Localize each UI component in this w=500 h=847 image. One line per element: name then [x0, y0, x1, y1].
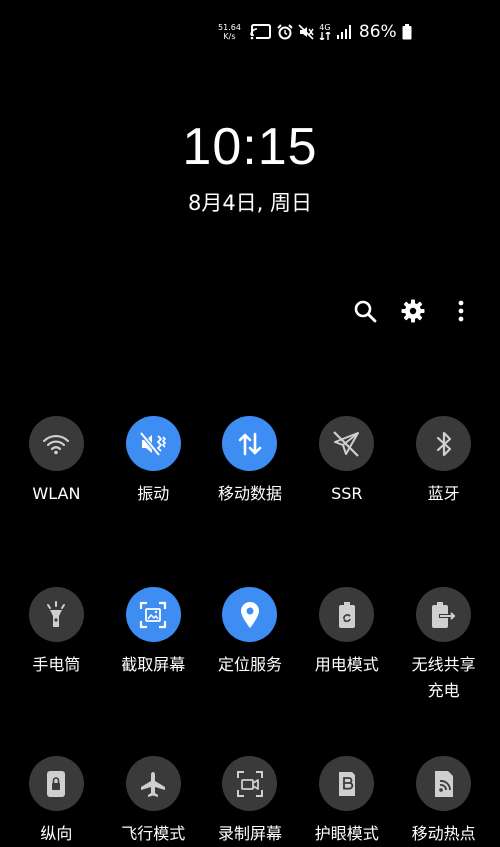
network-speed-value: 51.64 — [218, 23, 241, 32]
status-bar: 51.64 K/s 4G 86% — [218, 18, 412, 46]
tile-vibrate[interactable]: 振动 — [105, 416, 202, 507]
alarm-icon — [277, 24, 293, 40]
tile-label: 移动热点 — [411, 824, 476, 843]
wireless-powershare-icon[interactable] — [416, 587, 472, 642]
tile-label: 录制屏幕 — [217, 824, 282, 843]
location-icon[interactable] — [222, 587, 278, 642]
network-type: 4G — [319, 24, 331, 40]
rotation-lock-icon[interactable] — [28, 756, 84, 811]
tile-label: 纵向 — [40, 824, 73, 843]
tile-screenshot[interactable]: 截取屏幕 — [105, 587, 202, 704]
tile-label: 定位服务 — [217, 655, 282, 674]
battery-percent: 86% — [358, 22, 397, 42]
network-speed: 51.64 K/s — [218, 23, 241, 41]
tile-eye-comfort[interactable]: 护眼模式 — [298, 756, 395, 847]
tile-label: 无线共享 充电 — [411, 655, 476, 700]
network-type-label: 4G — [319, 23, 331, 32]
clock-time[interactable]: 10:15 — [0, 117, 500, 177]
tile-label: 截取屏幕 — [121, 655, 186, 674]
tile-portrait[interactable]: 纵向 — [8, 756, 105, 847]
tile-screen-record[interactable]: 录制屏幕 — [202, 756, 299, 847]
tile-flashlight[interactable]: 手电筒 — [8, 587, 105, 704]
wifi-icon[interactable] — [28, 416, 84, 471]
data-arrows-icon[interactable] — [222, 416, 278, 471]
tile-label: SSR — [331, 484, 363, 503]
flashlight-icon[interactable] — [28, 587, 84, 642]
tile-label: 用电模式 — [314, 655, 379, 674]
tile-label: 护眼模式 — [314, 824, 379, 843]
hotspot-icon[interactable] — [416, 756, 472, 811]
screenshot-icon[interactable] — [125, 587, 181, 642]
quick-settings-row: 纵向 飞行模式 录制屏幕 护眼模式 移动热点 — [8, 756, 492, 847]
tile-wlan[interactable]: WLAN — [8, 416, 105, 507]
vibrate-icon[interactable] — [125, 416, 181, 471]
network-speed-unit: K/s — [223, 32, 236, 41]
battery-icon — [402, 24, 412, 40]
screen-record-icon[interactable] — [222, 756, 278, 811]
battery-recycle-icon[interactable] — [319, 587, 375, 642]
tile-label: 飞行模式 — [121, 824, 186, 843]
airplane-icon[interactable] — [125, 756, 181, 811]
tile-mobile-data[interactable]: 移动数据 — [202, 416, 299, 507]
tile-wireless-share[interactable]: 无线共享 充电 — [395, 587, 492, 704]
data-arrows-icon — [319, 32, 331, 40]
more-vertical-icon[interactable] — [448, 296, 474, 326]
tile-label: 振动 — [137, 484, 170, 503]
eye-comfort-icon[interactable] — [319, 756, 375, 811]
bluetooth-icon[interactable] — [416, 416, 472, 471]
signal-icon — [336, 24, 352, 40]
clock-date[interactable]: 8月4日, 周日 — [0, 187, 500, 217]
tile-label: 手电筒 — [32, 655, 81, 674]
tile-power-mode[interactable]: 用电模式 — [298, 587, 395, 704]
tile-label: 蓝牙 — [427, 484, 460, 503]
tile-hotspot[interactable]: 移动热点 — [395, 756, 492, 847]
search-icon[interactable] — [352, 296, 378, 326]
tile-ssr[interactable]: SSR — [298, 416, 395, 507]
tile-label: 移动数据 — [217, 484, 282, 503]
paper-plane-off-icon[interactable] — [319, 416, 375, 471]
tile-airplane[interactable]: 飞行模式 — [105, 756, 202, 847]
cast-icon — [249, 24, 272, 40]
tile-location[interactable]: 定位服务 — [202, 587, 299, 704]
panel-actions — [352, 296, 474, 326]
tile-bluetooth[interactable]: 蓝牙 — [395, 416, 492, 507]
gear-icon[interactable] — [400, 296, 426, 326]
quick-settings-row: 手电筒 截取屏幕 定位服务 用电模式 无线共享 充电 — [8, 587, 492, 704]
quick-settings-row: WLAN 振动 移动数据 SSR 蓝牙 — [8, 416, 492, 507]
tile-label: WLAN — [32, 484, 81, 503]
mute-icon — [298, 24, 314, 40]
